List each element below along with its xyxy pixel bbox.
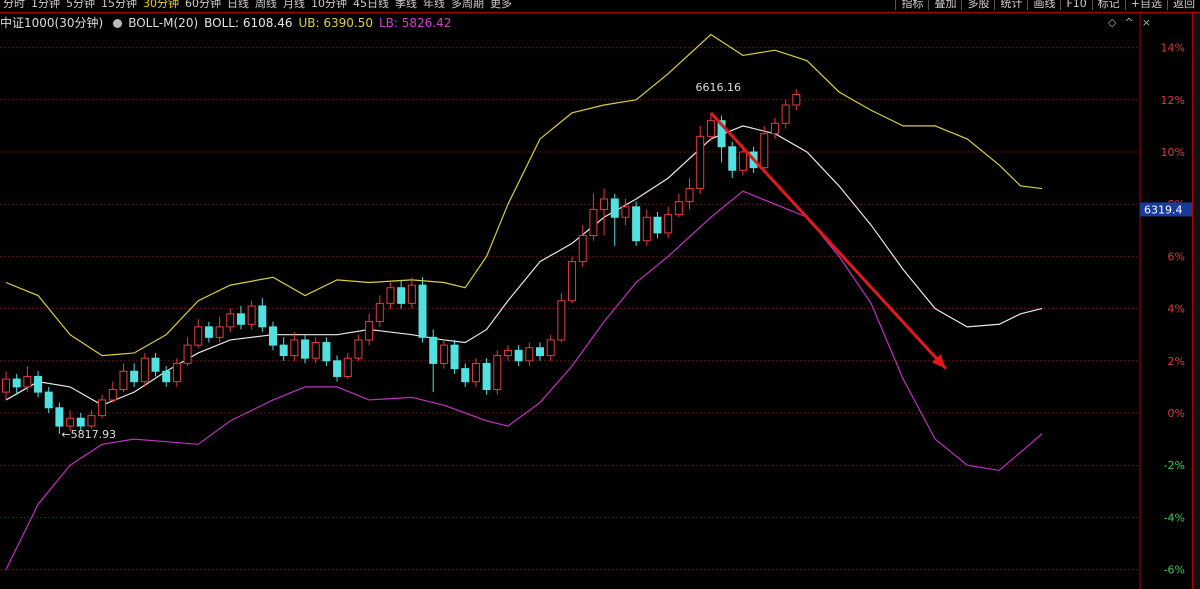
candle-body-11: [119, 370, 128, 391]
candle-body-10: [108, 389, 117, 401]
annotations: 6616.16 ←5817.93: [61, 81, 947, 441]
candle-body-4: [44, 391, 53, 409]
axis-tick-label-6: 2%: [1168, 355, 1185, 368]
price-chart[interactable]: 6616.16←5817.93 14%12%10%8%6%4%2%0%-2%-4…: [0, 0, 1200, 589]
current-price-label: 6319.4: [1144, 203, 1183, 216]
candle-body-15: [162, 370, 171, 383]
candle-body-32: [343, 357, 352, 377]
candle-body-7: [76, 417, 85, 427]
candle-body-71: [760, 133, 769, 169]
high-label: 6616.16: [696, 81, 742, 94]
candle-body-41: [439, 344, 448, 364]
candle-body-52: [557, 300, 566, 341]
percent-axis: 14%12%10%8%6%4%2%0%-2%-4%-6%6319.4: [1140, 42, 1192, 577]
candle-body-5: [55, 407, 64, 427]
candle-body-27: [290, 339, 299, 357]
candle-body-69: [738, 151, 747, 171]
candle-body-6: [66, 417, 75, 427]
candle-body-42: [450, 344, 459, 370]
candle-body-55: [589, 208, 598, 237]
axis-tick-label-9: -4%: [1164, 511, 1185, 524]
candle-body-38: [407, 284, 416, 304]
candle-body-25: [269, 326, 277, 346]
candle-body-54: [578, 235, 587, 263]
side-panel-edge: [1192, 13, 1200, 589]
candle-body-62: [664, 214, 673, 234]
candle-body-36: [386, 287, 395, 304]
candle-body-20: [215, 326, 224, 338]
candle-body-19: [204, 326, 213, 338]
candle-body-22: [236, 313, 245, 325]
candle-body-34: [365, 321, 374, 341]
candle-body-14: [151, 357, 160, 372]
candle-body-17: [183, 344, 192, 364]
candle-body-56: [600, 198, 609, 210]
candle-body-50: [536, 347, 544, 357]
candle-body-47: [503, 349, 512, 357]
candle-body-53: [568, 261, 577, 302]
candle-body-72: [770, 122, 779, 135]
candle-body-40: [429, 336, 438, 364]
candle-body-28: [301, 339, 310, 359]
candle-body-63: [674, 201, 683, 216]
candle-body-64: [685, 188, 694, 203]
candle-body-16: [172, 362, 181, 383]
candle-body-1: [12, 378, 21, 388]
axis-tick-label-0: 14%: [1161, 42, 1185, 55]
axis-tick-label-2: 10%: [1161, 146, 1185, 159]
candle-body-39: [418, 284, 427, 338]
candle-body-66: [706, 120, 715, 137]
candle-body-48: [514, 349, 523, 362]
axis-tick-label-1: 12%: [1161, 94, 1185, 107]
candle-body-65: [696, 135, 705, 190]
candle-body-13: [140, 357, 149, 383]
candle-body-0: [2, 378, 10, 393]
candle-body-26: [279, 344, 288, 357]
candle-body-12: [130, 370, 139, 383]
candle-body-68: [728, 146, 737, 171]
axis-tick-label-7: 0%: [1168, 407, 1185, 420]
candle-body-46: [493, 355, 502, 391]
candle-body-23: [247, 305, 256, 325]
candle-body-29: [311, 342, 320, 359]
candle-body-44: [471, 362, 480, 383]
axis-tick-label-8: -2%: [1164, 459, 1185, 472]
candle-body-35: [375, 302, 384, 323]
candle-body-3: [34, 375, 43, 393]
candle-body-2: [23, 375, 32, 388]
candle-body-33: [354, 339, 363, 359]
trend-arrow-line: [709, 111, 947, 370]
axis-tick-label-10: -6%: [1164, 564, 1185, 577]
axis-tick-label-4: 6%: [1168, 250, 1185, 263]
candle-body-43: [461, 368, 470, 383]
candle-body-74: [792, 94, 801, 106]
candle-body-21: [226, 313, 235, 328]
candle-body-49: [525, 347, 534, 362]
band-lower: [5, 190, 1043, 570]
candle-body-9: [98, 399, 107, 417]
candle-body-58: [621, 206, 630, 218]
candle-body-60: [642, 216, 651, 242]
axis-tick-label-5: 4%: [1168, 303, 1185, 316]
candle-body-57: [610, 198, 619, 218]
candle-body-45: [482, 362, 491, 391]
candle-body-30: [322, 342, 331, 362]
candle-body-18: [194, 326, 203, 346]
candle-body-51: [546, 339, 555, 357]
candle-body-73: [781, 104, 790, 124]
candle-body-24: [258, 305, 267, 328]
band-upper: [5, 33, 1043, 357]
candlesticks: [2, 89, 801, 434]
low-label: ←5817.93: [61, 428, 116, 441]
candle-body-31: [333, 360, 342, 377]
candle-body-37: [397, 287, 406, 304]
candle-body-61: [653, 216, 662, 234]
candle-body-59: [632, 206, 641, 242]
candle-body-8: [87, 415, 96, 427]
band-mid: [5, 125, 1043, 406]
